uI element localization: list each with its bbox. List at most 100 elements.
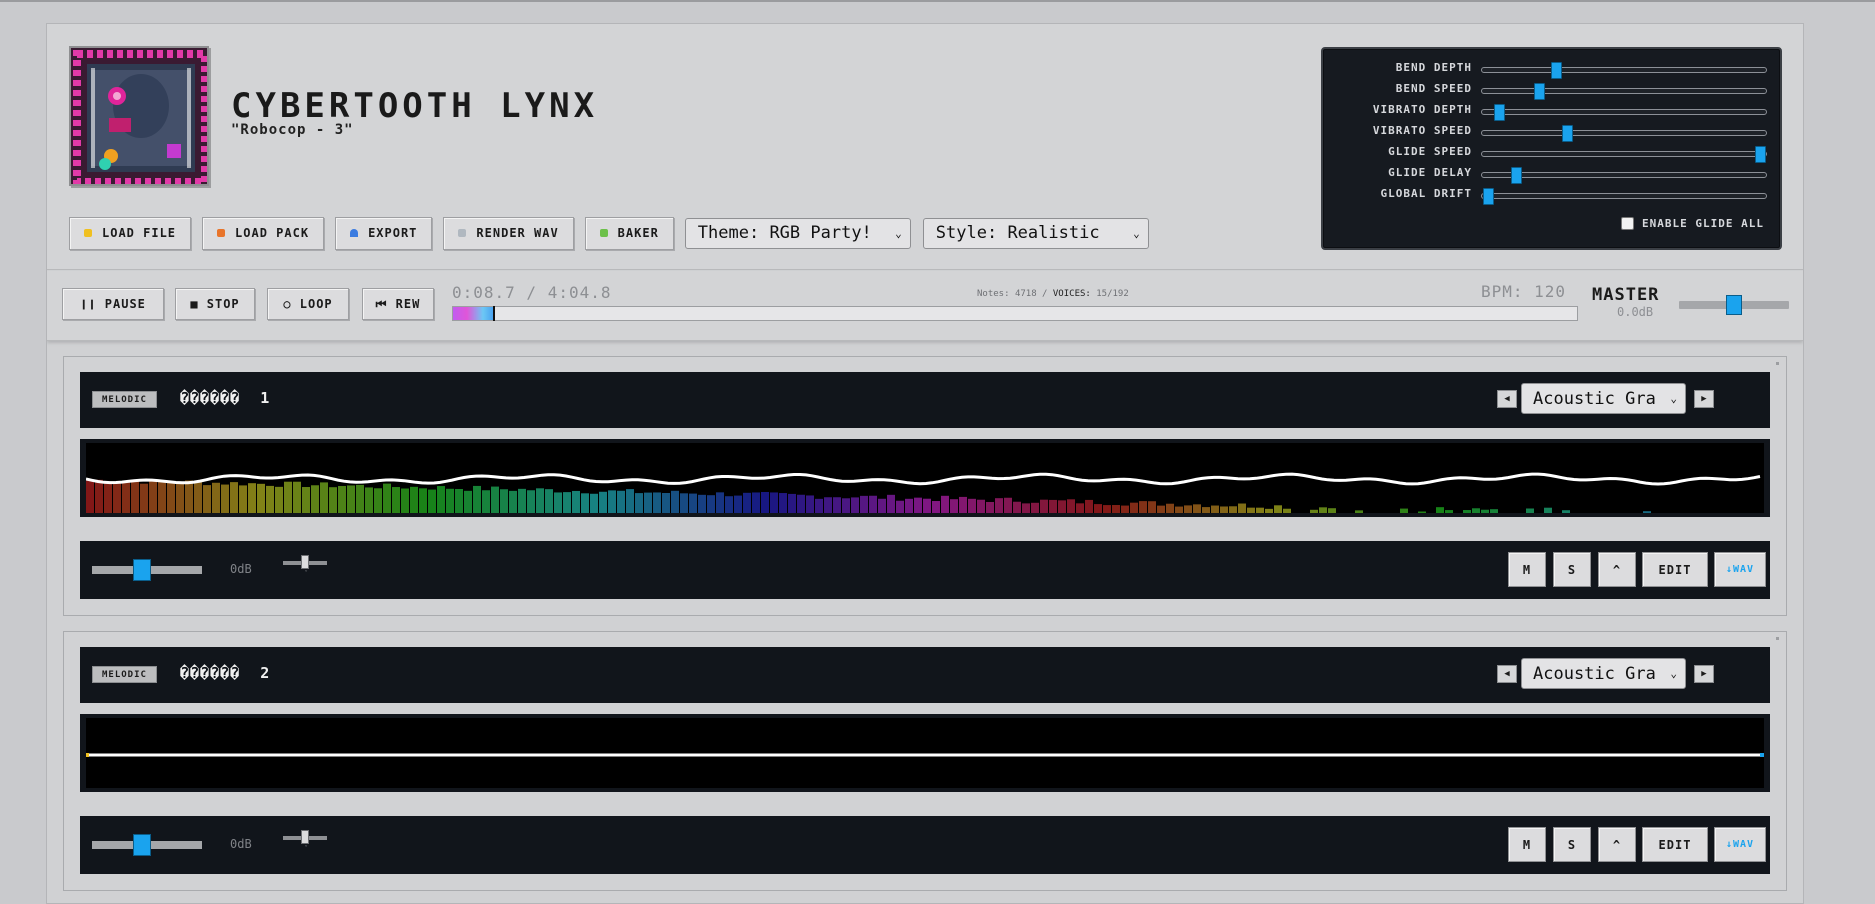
edit-button[interactable]: EDIT	[1642, 827, 1708, 862]
activity-bar	[248, 483, 256, 513]
slider-thumb[interactable]	[132, 559, 151, 581]
activity-bar	[1265, 508, 1273, 513]
activity-bar	[797, 494, 805, 513]
slider-thumb[interactable]	[1550, 62, 1562, 79]
bend-depth-slider[interactable]	[1481, 62, 1767, 79]
slider-thumb[interactable]	[1562, 125, 1574, 142]
edit-button[interactable]: EDIT	[1642, 552, 1708, 587]
prev-instrument-button[interactable]: ◀	[1497, 665, 1517, 683]
pan-knob[interactable]	[301, 555, 309, 569]
activity-bar	[563, 492, 571, 513]
master-volume-slider[interactable]	[1679, 295, 1789, 315]
glide-speed-slider[interactable]	[1481, 146, 1767, 163]
track-name: ������ 2	[180, 664, 270, 682]
track-volume-slider[interactable]	[92, 834, 202, 856]
render-wav-button[interactable]: RENDER WAV	[443, 216, 574, 250]
load-pack-button[interactable]: LOAD PACK	[202, 216, 325, 250]
activity-bar	[1004, 497, 1012, 513]
activity-bar	[725, 496, 733, 513]
activity-bar	[176, 483, 184, 513]
solo-button[interactable]: S	[1553, 552, 1591, 587]
fx-row-vibrato-speed: VIBRATO SPEED	[1323, 122, 1784, 143]
rewind-button[interactable]: ⏮ REW	[362, 288, 434, 320]
glide-all-checkbox[interactable]	[1621, 217, 1635, 230]
slider-thumb[interactable]	[1726, 295, 1742, 315]
instrument-select[interactable]: Acoustic Gra ⌄	[1521, 383, 1686, 414]
slider-thumb[interactable]	[1494, 104, 1506, 121]
playhead[interactable]	[493, 306, 496, 321]
next-instrument-button[interactable]: ▶	[1694, 665, 1714, 683]
prev-instrument-button[interactable]: ◀	[1497, 390, 1517, 408]
load-file-button[interactable]: LOAD FILE	[69, 216, 192, 250]
instrument-select[interactable]: Acoustic Gra ⌄	[1521, 658, 1686, 689]
export-button[interactable]: EXPORT	[335, 216, 433, 250]
style-select[interactable]: Style: Realistic ⌄	[922, 217, 1149, 249]
enable-glide-all[interactable]: ENABLE GLIDE ALL	[1621, 217, 1764, 230]
pan-slider[interactable]: ˇ	[283, 830, 327, 853]
baker-button[interactable]: BAKER	[584, 216, 674, 250]
mute-button[interactable]: M	[1508, 552, 1546, 587]
next-instrument-button[interactable]: ▶	[1694, 390, 1714, 408]
global-drift-slider[interactable]	[1481, 188, 1767, 205]
activity-bar	[1049, 499, 1057, 513]
activity-bar	[581, 493, 589, 513]
activity-bar	[293, 481, 301, 513]
fx-row-glide-speed: GLIDE SPEED	[1323, 143, 1784, 164]
activity-bar	[923, 498, 931, 513]
download-wav-button[interactable]: ↓WAV	[1714, 827, 1766, 862]
solo-button[interactable]: S	[1553, 827, 1591, 862]
waveform-end-marker	[1760, 753, 1764, 757]
activity-bar	[1247, 507, 1255, 513]
activity-bar	[662, 492, 670, 513]
vibrato-speed-slider[interactable]	[1481, 125, 1767, 142]
activity-bar	[230, 482, 238, 513]
app-container: CYBERTOOTH LYNX "Robocop - 3" LOAD FILE …	[46, 23, 1804, 904]
bend-speed-slider[interactable]	[1481, 83, 1767, 100]
progress-bar[interactable]	[452, 306, 1578, 321]
activity-bar	[122, 481, 130, 513]
activity-bar	[1202, 507, 1210, 513]
theme-select[interactable]: Theme: RGB Party! ⌄	[684, 217, 911, 249]
pan-knob[interactable]	[301, 830, 309, 844]
stop-button[interactable]: ■ STOP	[175, 288, 255, 320]
activity-bar	[905, 498, 913, 513]
activity-bar	[374, 488, 382, 513]
slider-thumb[interactable]	[1755, 146, 1767, 163]
slider-thumb[interactable]	[1482, 188, 1494, 205]
slider-thumb[interactable]	[132, 834, 151, 856]
activity-bar	[1463, 510, 1471, 513]
activity-bar	[860, 495, 868, 513]
pan-slider[interactable]: ˇ	[283, 555, 327, 578]
activity-bar	[167, 482, 175, 513]
activity-bar	[608, 490, 616, 513]
activity-bar	[473, 485, 481, 513]
track-volume-slider[interactable]	[92, 559, 202, 581]
activity-bar	[1139, 501, 1147, 513]
load-file-label: LOAD FILE	[102, 226, 177, 240]
activity-bar	[635, 493, 643, 513]
collapse-button[interactable]: ^	[1598, 552, 1636, 587]
activity-bar	[572, 490, 580, 513]
vibrato-depth-slider[interactable]	[1481, 104, 1767, 121]
slider-thumb[interactable]	[1533, 83, 1545, 100]
glide-all-label: ENABLE GLIDE ALL	[1642, 217, 1764, 230]
activity-bar	[824, 497, 832, 513]
mute-button[interactable]: M	[1508, 827, 1546, 862]
theme-select-value: Theme: RGB Party!	[697, 223, 872, 243]
song-title: CYBERTOOTH LYNX	[231, 86, 599, 126]
activity-bar	[617, 490, 625, 513]
activity-bar	[1058, 500, 1066, 513]
fx-label: BEND DEPTH	[1395, 61, 1472, 74]
export-icon	[350, 229, 359, 237]
header: CYBERTOOTH LYNX "Robocop - 3" LOAD FILE …	[47, 24, 1803, 270]
track-header: MELODIC ������ 2 ◀ Acoustic Gra ⌄ ▶	[80, 647, 1770, 703]
glide-delay-slider[interactable]	[1481, 167, 1767, 184]
slider-thumb[interactable]	[1511, 167, 1523, 184]
activity-bar	[914, 497, 922, 513]
activity-bar	[1085, 499, 1093, 513]
loop-button[interactable]: ○ LOOP	[267, 288, 349, 320]
download-wav-button[interactable]: ↓WAV	[1714, 552, 1766, 587]
activity-bar	[1040, 499, 1048, 513]
collapse-button[interactable]: ^	[1598, 827, 1636, 862]
pause-button[interactable]: ❙❙ PAUSE	[62, 288, 164, 320]
